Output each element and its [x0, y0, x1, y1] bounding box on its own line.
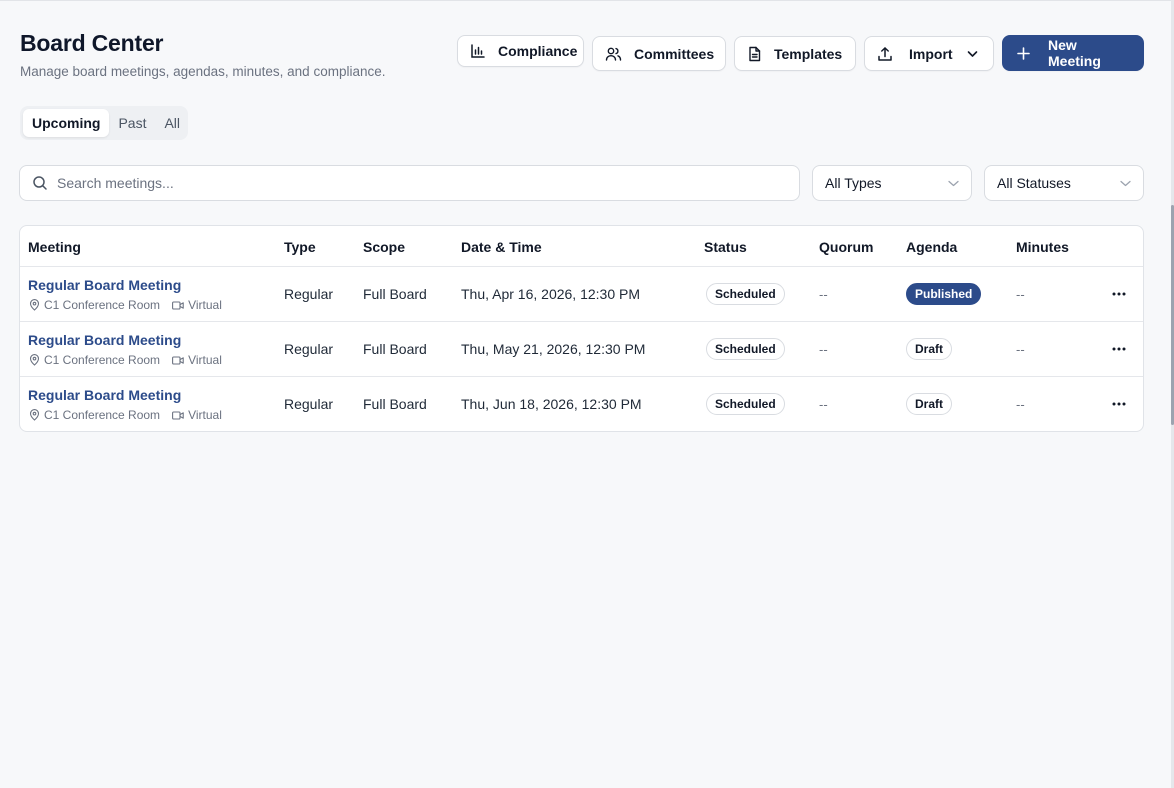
- meeting-location-meta: C1 Conference Room Virtual: [29, 298, 222, 312]
- meeting-type: Regular: [284, 396, 334, 412]
- minutes-value: --: [1016, 342, 1025, 357]
- compliance-button[interactable]: Compliance: [457, 35, 584, 67]
- meeting-scope: Full Board: [363, 286, 427, 302]
- more-horizontal-icon[interactable]: [1110, 343, 1128, 355]
- search-box[interactable]: [19, 165, 800, 201]
- agenda-badge[interactable]: Draft: [906, 338, 953, 360]
- table-header: Meeting Type Scope Date & Time Status Qu…: [20, 226, 1143, 267]
- users-icon: [605, 46, 622, 62]
- page-title: Board Center: [20, 30, 164, 56]
- table-row[interactable]: Regular Board Meeting C1 Conference Room…: [20, 267, 1143, 322]
- column-header-meeting[interactable]: Meeting: [28, 239, 81, 255]
- import-label: Import: [909, 45, 953, 62]
- column-header-scope[interactable]: Scope: [363, 239, 405, 255]
- video-icon: [172, 300, 184, 310]
- meeting-name-link[interactable]: Regular Board Meeting: [28, 332, 181, 348]
- meeting-name-link[interactable]: Regular Board Meeting: [28, 277, 181, 293]
- compliance-label: Compliance: [498, 43, 578, 59]
- type-filter-select[interactable]: All Types: [812, 165, 972, 201]
- committees-label: Committees: [634, 45, 715, 62]
- meeting-type: Regular: [284, 341, 334, 357]
- tab-all[interactable]: All: [155, 109, 189, 137]
- search-icon: [32, 175, 48, 191]
- column-header-date-time[interactable]: Date & Time: [461, 239, 542, 255]
- tab-past[interactable]: Past: [109, 109, 155, 137]
- column-header-quorum[interactable]: Quorum: [819, 239, 873, 255]
- status-badge: Scheduled: [706, 283, 785, 305]
- templates-label: Templates: [774, 45, 843, 62]
- bar-chart-icon: [470, 43, 486, 59]
- new-meeting-label: New Meeting: [1048, 37, 1101, 69]
- file-text-icon: [747, 46, 762, 62]
- type-filter-value: All Types: [825, 175, 882, 191]
- meeting-location-meta: C1 Conference Room Virtual: [29, 408, 222, 422]
- meeting-location-meta: C1 Conference Room Virtual: [29, 353, 222, 367]
- column-header-agenda[interactable]: Agenda: [906, 239, 957, 255]
- status-filter-value: All Statuses: [997, 175, 1071, 191]
- meeting-mode: Virtual: [188, 298, 222, 312]
- meeting-datetime: Thu, Apr 16, 2026, 12:30 PM: [461, 286, 641, 302]
- video-icon: [172, 410, 184, 420]
- upload-icon: [877, 46, 893, 62]
- more-horizontal-icon[interactable]: [1110, 288, 1128, 300]
- page-subtitle: Manage board meetings, agendas, minutes,…: [20, 64, 386, 79]
- chevron-down-icon[interactable]: [967, 50, 978, 58]
- top-divider: [0, 0, 1174, 1]
- chevron-down-icon: [948, 180, 959, 187]
- meeting-datetime: Thu, May 21, 2026, 12:30 PM: [461, 341, 646, 357]
- table-row[interactable]: Regular Board Meeting C1 Conference Room…: [20, 377, 1143, 431]
- tab-upcoming[interactable]: Upcoming: [23, 109, 110, 137]
- meeting-datetime: Thu, Jun 18, 2026, 12:30 PM: [461, 396, 642, 412]
- map-pin-icon: [29, 354, 40, 366]
- meeting-location: C1 Conference Room: [44, 298, 161, 312]
- meeting-mode: Virtual: [188, 353, 222, 367]
- meetings-table: Meeting Type Scope Date & Time Status Qu…: [19, 225, 1144, 432]
- map-pin-icon: [29, 299, 40, 311]
- import-button[interactable]: Import: [864, 36, 994, 71]
- meeting-type: Regular: [284, 286, 334, 302]
- meeting-mode: Virtual: [188, 408, 222, 422]
- templates-button[interactable]: Templates: [734, 36, 856, 71]
- meeting-range-tabs: Upcoming Past All: [20, 106, 188, 140]
- map-pin-icon: [29, 409, 40, 421]
- meeting-scope: Full Board: [363, 341, 427, 357]
- table-row[interactable]: Regular Board Meeting C1 Conference Room…: [20, 322, 1143, 377]
- quorum-value: --: [819, 287, 828, 302]
- status-badge: Scheduled: [706, 393, 785, 415]
- quorum-value: --: [819, 397, 828, 412]
- meeting-name-link[interactable]: Regular Board Meeting: [28, 387, 181, 403]
- minutes-value: --: [1016, 287, 1025, 302]
- column-header-status[interactable]: Status: [704, 239, 747, 255]
- agenda-badge[interactable]: Published: [906, 283, 982, 305]
- committees-button[interactable]: Committees: [592, 36, 726, 71]
- plus-icon: [1017, 46, 1030, 60]
- new-meeting-button[interactable]: New Meeting: [1002, 35, 1144, 71]
- status-filter-select[interactable]: All Statuses: [984, 165, 1144, 201]
- chevron-down-icon: [1120, 180, 1131, 187]
- search-input[interactable]: [57, 175, 757, 191]
- meeting-location: C1 Conference Room: [44, 408, 161, 422]
- quorum-value: --: [819, 342, 828, 357]
- column-header-minutes[interactable]: Minutes: [1016, 239, 1069, 255]
- column-header-type[interactable]: Type: [284, 239, 316, 255]
- more-horizontal-icon[interactable]: [1110, 398, 1128, 410]
- minutes-value: --: [1016, 397, 1025, 412]
- meeting-scope: Full Board: [363, 396, 427, 412]
- status-badge: Scheduled: [706, 338, 785, 360]
- agenda-badge[interactable]: Draft: [906, 393, 953, 415]
- video-icon: [172, 355, 184, 365]
- meeting-location: C1 Conference Room: [44, 353, 161, 367]
